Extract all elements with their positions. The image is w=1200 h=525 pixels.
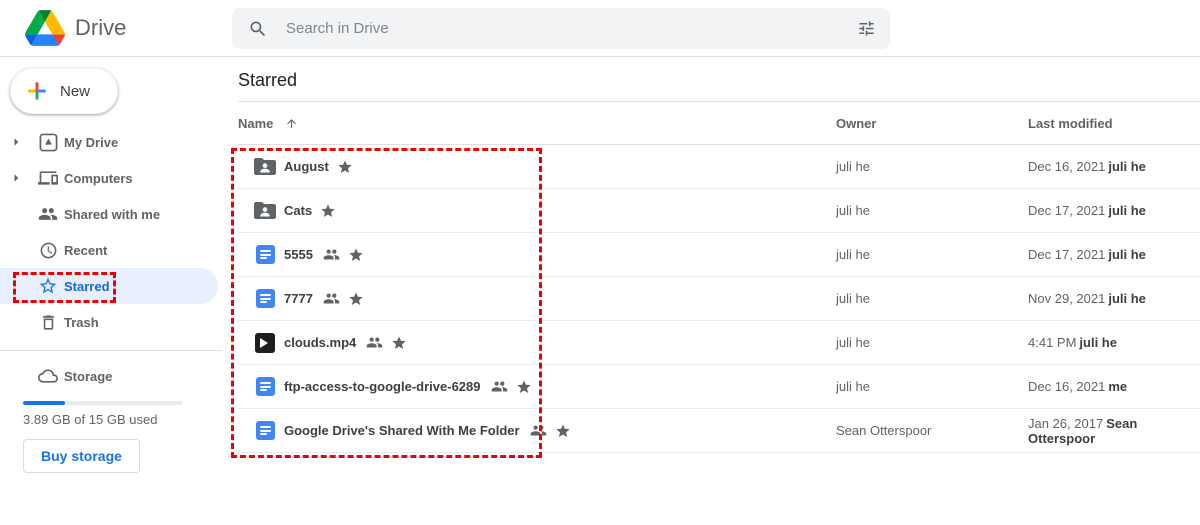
sidebar-item-shared-with-me[interactable]: Shared with me <box>0 196 232 232</box>
file-row-5555[interactable]: 5555 juli he Dec 17, 2021 juli he <box>238 233 1200 277</box>
file-row-cats[interactable]: Cats juli he Dec 17, 2021 juli he <box>238 189 1200 233</box>
search-icon[interactable] <box>248 19 268 39</box>
expand-arrow-icon[interactable] <box>7 169 25 187</box>
sidebar-item-recent[interactable]: Recent <box>0 232 232 268</box>
last-modified: Dec 16, 2021 juli he <box>1028 159 1146 174</box>
star-icon <box>348 247 364 263</box>
column-header-owner[interactable]: Owner <box>836 116 1028 131</box>
shared-people-icon <box>323 290 340 307</box>
owner: juli he <box>836 159 870 174</box>
file-name: ftp-access-to-google-drive-6289 <box>284 379 481 394</box>
file-name: August <box>284 159 329 174</box>
table-header: Name Owner Last modified <box>238 102 1200 145</box>
page-title: Starred <box>238 70 298 90</box>
file-row-clouds-mp4[interactable]: clouds.mp4 juli he 4:41 PM juli he <box>238 321 1200 365</box>
sidebar-divider <box>0 350 222 351</box>
top-bar: Drive <box>0 0 1200 57</box>
plus-icon <box>24 78 50 104</box>
storage-progress-bar <box>23 401 183 405</box>
owner: juli he <box>836 335 870 350</box>
storage-usage-text: 3.89 GB of 15 GB used <box>23 412 158 427</box>
sidebar-item-trash[interactable]: Trash <box>0 304 232 340</box>
search-bar[interactable] <box>232 8 890 49</box>
sidebar-nav: My Drive Computers Shared with me Recent… <box>0 124 232 340</box>
star-icon <box>320 203 336 219</box>
last-modified: Dec 16, 2021 me <box>1028 379 1128 394</box>
file-row-august[interactable]: August juli he Dec 16, 2021 juli he <box>238 145 1200 189</box>
file-name: 5555 <box>284 247 313 262</box>
owner: juli he <box>836 379 870 394</box>
buy-storage-button[interactable]: Buy storage <box>23 439 140 473</box>
column-header-last-modified[interactable]: Last modified <box>1028 116 1200 131</box>
file-name: 7777 <box>284 291 313 306</box>
sidebar-item-starred[interactable]: Starred <box>0 268 218 304</box>
google-doc-icon <box>254 245 276 264</box>
new-button[interactable]: New <box>10 68 118 114</box>
trash-icon <box>38 313 58 332</box>
file-row-shared-with-me-folder[interactable]: Google Drive's Shared With Me Folder Sea… <box>238 409 1200 453</box>
last-modified: Dec 17, 2021 juli he <box>1028 247 1146 262</box>
shared-with-me-icon <box>38 204 58 224</box>
owner: Sean Otterspoor <box>836 423 932 438</box>
file-name: Cats <box>284 203 313 218</box>
star-icon <box>348 291 364 307</box>
sidebar-item-storage[interactable]: Storage <box>0 358 232 394</box>
search-options-icon[interactable] <box>857 19 876 38</box>
expand-arrow-icon[interactable] <box>7 133 25 151</box>
file-row-7777[interactable]: 7777 juli he Nov 29, 2021 juli he <box>238 277 1200 321</box>
shared-people-icon <box>530 422 547 439</box>
app-name: Drive <box>75 15 127 40</box>
star-icon <box>516 379 532 395</box>
star-outline-icon <box>38 276 58 296</box>
sidebar-item-computers[interactable]: Computers <box>0 160 232 196</box>
video-file-icon <box>254 332 276 353</box>
shared-folder-icon <box>254 158 276 176</box>
google-doc-icon <box>254 289 276 308</box>
computers-icon <box>38 168 58 188</box>
file-name: Google Drive's Shared With Me Folder <box>284 423 520 438</box>
star-icon <box>555 423 571 439</box>
sidebar: New My Drive Computers Shared with me Re… <box>0 57 232 525</box>
last-modified: 4:41 PM juli he <box>1028 335 1117 350</box>
storage-label: Storage <box>64 368 113 384</box>
sidebar-item-my-drive[interactable]: My Drive <box>0 124 232 160</box>
drive-logo[interactable]: Drive <box>25 10 126 46</box>
recent-icon <box>38 241 58 260</box>
last-modified: Nov 29, 2021 juli he <box>1028 291 1146 306</box>
shared-folder-icon <box>254 202 276 220</box>
last-modified: Jan 26, 2017 Sean Otterspoor <box>1028 415 1138 446</box>
my-drive-icon <box>38 133 58 152</box>
star-icon <box>391 335 407 351</box>
main-content: Starred Name Owner Last modified August … <box>232 57 1200 453</box>
google-doc-icon <box>254 421 276 440</box>
star-icon <box>337 159 353 175</box>
file-row-ftp-access[interactable]: ftp-access-to-google-drive-6289 juli he … <box>238 365 1200 409</box>
sort-ascending-icon[interactable] <box>285 117 298 130</box>
new-button-label: New <box>60 82 91 100</box>
shared-people-icon <box>323 246 340 263</box>
owner: juli he <box>836 291 870 306</box>
file-name: clouds.mp4 <box>284 335 357 350</box>
search-input[interactable] <box>284 19 857 38</box>
drive-logo-icon <box>25 10 65 46</box>
owner: juli he <box>836 247 870 262</box>
storage-progress-fill <box>23 401 65 405</box>
google-doc-icon <box>254 377 276 396</box>
owner: juli he <box>836 203 870 218</box>
cloud-icon <box>38 366 58 386</box>
shared-people-icon <box>491 378 508 395</box>
column-header-name[interactable]: Name <box>238 116 836 131</box>
last-modified: Dec 17, 2021 juli he <box>1028 203 1146 218</box>
shared-people-icon <box>366 334 383 351</box>
page-title-row: Starred <box>238 57 1200 102</box>
